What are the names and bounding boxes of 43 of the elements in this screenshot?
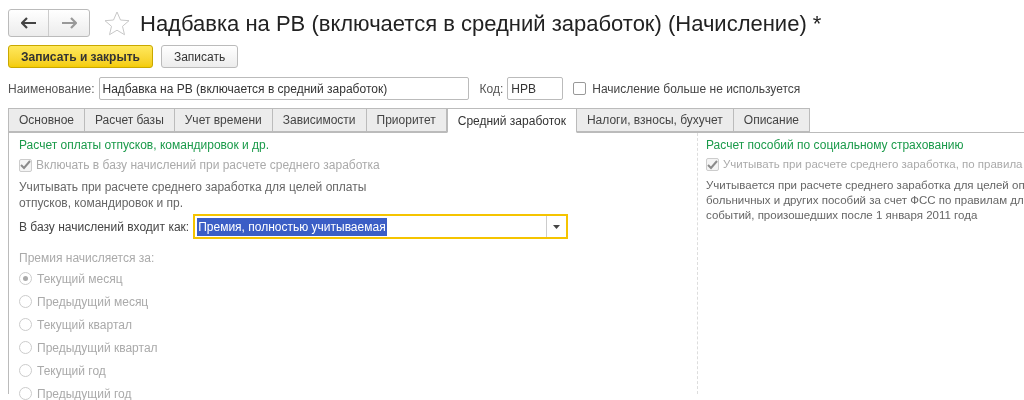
checkbox-label: Включать в базу начислений при расчете среднего заработка	[36, 157, 380, 174]
tab[interactable]: Налоги, взносы, бухучет	[575, 108, 734, 132]
checkbox-label: Начисление больше не используется	[592, 80, 801, 98]
description-text: Учитывать при расчете среднего заработка для целей оплаты отпусков, командировок и пр.	[19, 179, 368, 211]
description-text: Учитывается при расчете среднего заработка для целей оп больничных и других пособий за счет ФСС по правилам дл событий, произошедших после 1 января 2011 года	[706, 178, 1024, 224]
name-label: Наименование:	[8, 80, 95, 98]
radio-label: Предыдущий квартал	[37, 339, 158, 357]
tab[interactable]: Приоритет	[365, 108, 447, 132]
period-label: Премия начисляется за:	[19, 250, 156, 267]
radio-label: Предыдущий год	[37, 385, 132, 400]
tab[interactable]: Средний заработок	[446, 108, 577, 133]
code-label: Код:	[479, 80, 504, 98]
radio-label: Текущий год	[37, 362, 106, 380]
radio-button[interactable]	[19, 295, 32, 308]
save-button[interactable]: Записать	[160, 45, 239, 68]
radio-label: Текущий месяц	[37, 270, 123, 288]
radio-label: Текущий квартал	[37, 316, 132, 334]
back-arrow-icon	[20, 17, 37, 29]
radio-button[interactable]	[19, 318, 32, 331]
code-field[interactable]: НРВ	[507, 77, 564, 100]
radio-button[interactable]	[19, 364, 32, 377]
checkbox-label: Учитывать при расчете среднего заработка, по правила	[723, 157, 1023, 172]
tab[interactable]: Основное	[8, 108, 85, 132]
checkbox[interactable]	[573, 82, 587, 95]
base-select[interactable]: Премия, полностью учитываемая	[193, 214, 569, 239]
dropdown-caret-icon[interactable]	[553, 224, 561, 229]
selected-text: Премия, полностью учитываемая	[197, 217, 387, 236]
tab[interactable]: Описание	[732, 108, 811, 132]
forward-arrow-icon	[61, 17, 77, 29]
section-heading: Расчет оплаты отпусков, командировок и др.	[19, 138, 271, 153]
radio-label: Предыдущий месяц	[37, 293, 149, 311]
radio-button[interactable]	[19, 387, 32, 400]
base-label: В базу начислений входит как:	[19, 218, 190, 236]
star-icon[interactable]	[104, 10, 130, 36]
section-heading: Расчет пособий по социальному страхованию	[706, 138, 965, 153]
tab[interactable]: Зависимости	[271, 108, 367, 132]
name-field[interactable]: Надбавка на РВ (включается в средний заработок)	[98, 77, 469, 100]
save-and-close-button[interactable]: Записать и закрыть	[8, 45, 153, 68]
tab[interactable]: Расчет базы	[84, 108, 175, 132]
window-title: Надбавка на РВ (включается в средний заработок) (Начисление) *	[140, 9, 822, 38]
radio-button[interactable]	[19, 341, 32, 354]
radio-button[interactable]	[19, 272, 32, 285]
tab[interactable]: Учет времени	[173, 108, 273, 132]
